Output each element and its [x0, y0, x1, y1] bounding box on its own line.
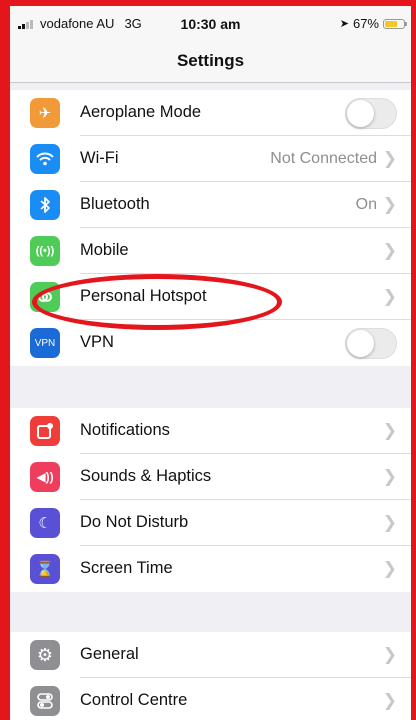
row-label: Do Not Disturb [80, 513, 189, 531]
row-screen-time[interactable]: ⌛ Screen Time ❯ [10, 546, 411, 592]
row-label: General [80, 645, 139, 663]
row-bluetooth[interactable]: Bluetooth On ❯ [10, 182, 411, 228]
row-label: Notifications [80, 421, 170, 439]
vpn-icon: VPN [30, 328, 60, 358]
bluetooth-status: On [355, 196, 377, 213]
antenna-icon: ((•)) [30, 236, 60, 266]
row-label: Bluetooth [80, 195, 150, 213]
chevron-right-icon: ❯ [382, 149, 397, 168]
chevron-right-icon: ❯ [382, 559, 397, 578]
row-label: Mobile [80, 241, 129, 259]
row-notifications[interactable]: Notifications ❯ [10, 408, 411, 454]
speaker-icon: ◀)) [30, 462, 60, 492]
row-aeroplane-mode[interactable]: ✈ Aeroplane Mode [10, 90, 411, 136]
row-vpn[interactable]: VPN VPN [10, 320, 411, 366]
status-bar: vodafone AU 3G 10:30 am ➤ 67% [10, 6, 411, 40]
row-label: Sounds & Haptics [80, 467, 212, 485]
battery-percent: 67% [352, 16, 379, 31]
page-title: Settings [176, 51, 245, 70]
row-label: Wi-Fi [80, 149, 119, 167]
chevron-right-icon: ❯ [382, 645, 397, 664]
screenshot-frame: vodafone AU 3G 10:30 am ➤ 67% Settings ✈… [0, 0, 416, 720]
battery-icon [383, 18, 407, 29]
row-label: Aeroplane Mode [80, 103, 202, 121]
row-general[interactable]: ⚙ General ❯ [10, 632, 411, 678]
wifi-status: Not Connected [270, 150, 377, 167]
row-mobile[interactable]: ((•)) Mobile ❯ [10, 228, 411, 274]
row-sounds-haptics[interactable]: ◀)) Sounds & Haptics ❯ [10, 454, 411, 500]
hourglass-icon: ⌛ [30, 554, 60, 584]
airplane-icon: ✈ [30, 98, 60, 128]
moon-icon: ☾ [30, 508, 60, 538]
vpn-toggle[interactable] [345, 328, 397, 359]
row-label: Personal Hotspot [80, 287, 207, 305]
row-do-not-disturb[interactable]: ☾ Do Not Disturb ❯ [10, 500, 411, 546]
bluetooth-icon [30, 190, 60, 220]
hotspot-icon [30, 282, 60, 312]
settings-group-general: ⚙ General ❯ Control Centre ❯ [10, 632, 411, 720]
location-icon: ➤ [339, 18, 349, 30]
settings-group-connectivity: ✈ Aeroplane Mode Wi-Fi Not Connected ❯ B… [10, 90, 411, 366]
row-label: VPN [80, 333, 114, 351]
chevron-right-icon: ❯ [382, 195, 397, 214]
chevron-right-icon: ❯ [382, 287, 397, 306]
wifi-icon [30, 144, 60, 174]
row-personal-hotspot[interactable]: Personal Hotspot ❯ [10, 274, 411, 320]
row-label: Screen Time [80, 559, 173, 577]
chevron-right-icon: ❯ [382, 421, 397, 440]
settings-group-notifications: Notifications ❯ ◀)) Sounds & Haptics ❯ ☾… [10, 408, 411, 592]
row-wifi[interactable]: Wi-Fi Not Connected ❯ [10, 136, 411, 182]
chevron-right-icon: ❯ [382, 513, 397, 532]
row-label: Control Centre [80, 691, 188, 709]
aeroplane-mode-toggle[interactable] [345, 98, 397, 129]
gear-icon: ⚙ [30, 640, 60, 670]
chevron-right-icon: ❯ [382, 241, 397, 260]
nav-bar: Settings [10, 40, 411, 83]
switches-icon [30, 686, 60, 716]
chevron-right-icon: ❯ [382, 467, 397, 486]
notifications-icon [30, 416, 60, 446]
chevron-right-icon: ❯ [382, 691, 397, 710]
row-control-centre[interactable]: Control Centre ❯ [10, 678, 411, 720]
